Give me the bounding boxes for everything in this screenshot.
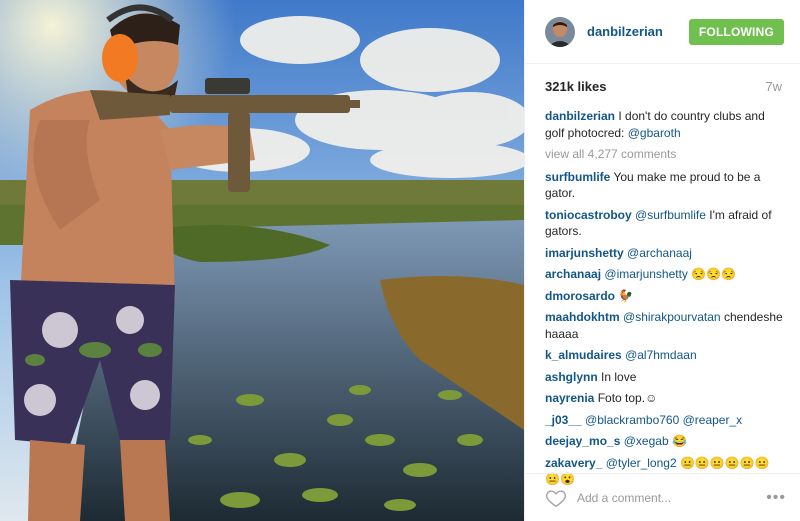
post-photo[interactable]	[0, 0, 524, 521]
comment-username[interactable]: imarjunshetty	[545, 246, 624, 260]
more-options-icon[interactable]: •••	[766, 489, 786, 507]
comment-username[interactable]: surfbumlife	[545, 170, 610, 184]
post-sidebar: danbilzerian FOLLOWING 321k likes 7w dan…	[524, 0, 800, 521]
instagram-post: danbilzerian FOLLOWING 321k likes 7w dan…	[0, 0, 800, 521]
following-button[interactable]: FOLLOWING	[688, 18, 784, 45]
comment-mention[interactable]: @shirakpourvatan	[623, 310, 721, 324]
comments-list: danbilzerian I don't do country clubs an…	[525, 108, 800, 488]
comment-username[interactable]: ashglynn	[545, 370, 598, 384]
comment-item: imarjunshetty @archanaaj	[545, 245, 784, 262]
post-image	[0, 0, 524, 521]
caption-mention[interactable]: @gbaroth	[628, 126, 681, 140]
post-header: danbilzerian FOLLOWING	[525, 0, 800, 64]
caption: danbilzerian I don't do country clubs an…	[545, 108, 784, 141]
comment-username[interactable]: deejay_mo_s	[545, 434, 620, 448]
comment-mention[interactable]: @archanaaj	[627, 246, 692, 260]
comment-mention[interactable]: @blackrambo760 @reaper_x	[585, 413, 742, 427]
comment-text: Foto top.☺	[597, 391, 658, 405]
comment-text: In love	[601, 369, 637, 384]
comment-item: dmorosardo 🐓	[545, 288, 784, 305]
comment-text: 😒😒😒	[691, 267, 737, 281]
comment-username[interactable]: _j03__	[545, 413, 582, 427]
comment-item: deejay_mo_s @xegab 😂	[545, 433, 784, 450]
comment-username[interactable]: dmorosardo	[545, 289, 615, 303]
comment-item: archanaaj @imarjunshetty 😒😒😒	[545, 266, 784, 283]
caption-username[interactable]: danbilzerian	[545, 109, 615, 123]
likes-count[interactable]: 321k likes	[545, 79, 606, 94]
comment-username[interactable]: toniocastroboy	[545, 208, 632, 222]
comment-item: ashglynn In love	[545, 369, 784, 386]
comment-username[interactable]: maahdokhtm	[545, 310, 620, 324]
post-time-ago[interactable]: 7w	[765, 79, 782, 94]
heart-icon[interactable]	[545, 487, 567, 509]
comment-mention[interactable]: @xegab	[624, 434, 669, 448]
comment-item: k_almudaires @al7hmdaan	[545, 347, 784, 364]
comment-item: surfbumlife You make me proud to be a ga…	[545, 169, 784, 202]
comment-mention[interactable]: @surfbumlife	[635, 208, 706, 222]
comment-username[interactable]: zakavery_	[545, 456, 602, 470]
comment-item: nayrenia Foto top.☺	[545, 390, 784, 407]
comment-footer: Add a comment... •••	[525, 473, 800, 521]
comment-mention[interactable]: @imarjunshetty	[604, 267, 688, 281]
comment-text: 😂	[671, 434, 687, 448]
comment-username[interactable]: nayrenia	[545, 391, 594, 405]
comment-item: toniocastroboy @surfbumlife I'm afraid o…	[545, 207, 784, 240]
likes-row: 321k likes 7w	[525, 64, 800, 108]
add-comment-input[interactable]: Add a comment...	[577, 491, 766, 505]
username-link[interactable]: danbilzerian	[587, 24, 689, 39]
avatar[interactable]	[545, 16, 575, 47]
comment-mention[interactable]: @tyler_long2	[606, 456, 677, 470]
comment-item: _j03__ @blackrambo760 @reaper_x	[545, 412, 784, 429]
comment-mention[interactable]: @al7hmdaan	[625, 348, 697, 362]
view-all-comments-link[interactable]: view all 4,277 comments	[545, 146, 784, 163]
comment-username[interactable]: k_almudaires	[545, 348, 622, 362]
comment-username[interactable]: archanaaj	[545, 267, 601, 281]
avatar-image	[545, 16, 575, 47]
comment-item: maahdokhtm @shirakpourvatan chendeshe ha…	[545, 309, 784, 342]
comment-text: 🐓	[618, 288, 634, 303]
